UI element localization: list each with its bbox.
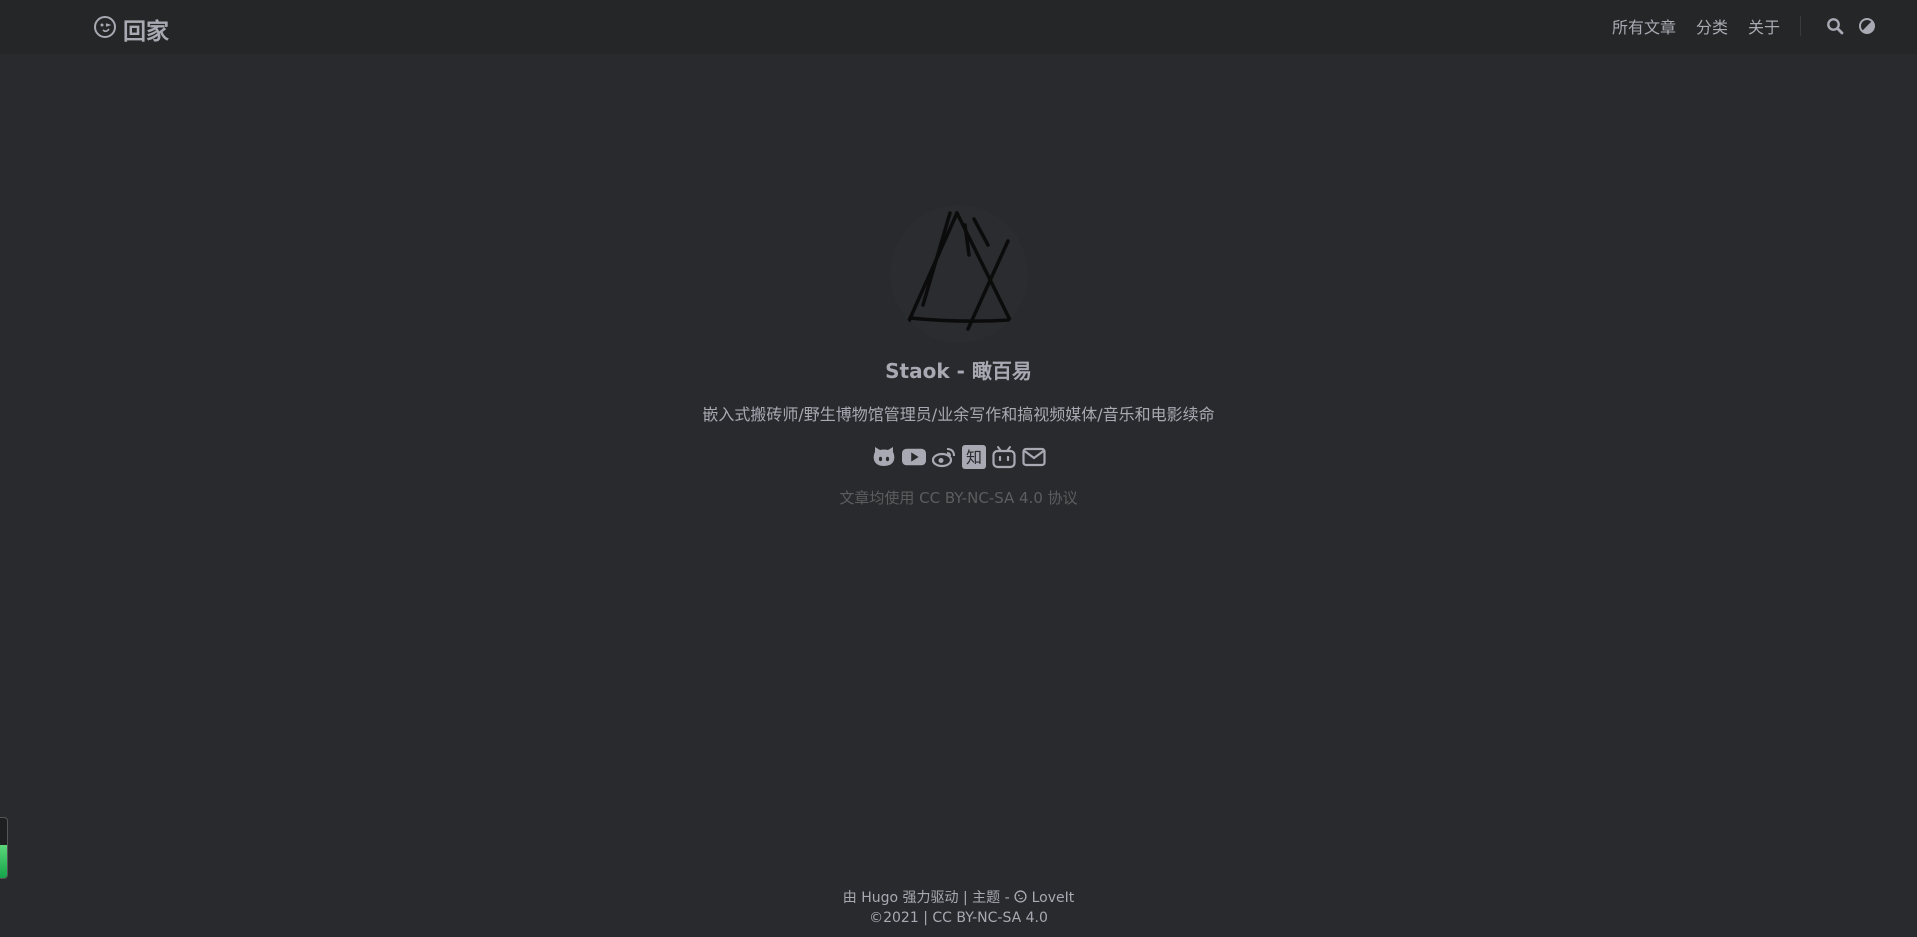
reading-progress-indicator	[0, 817, 8, 879]
search-icon[interactable]	[1825, 16, 1845, 36]
nav-categories[interactable]: 分类	[1696, 14, 1728, 38]
license-note: 文章均使用 CC BY-NC-SA 4.0 协议	[839, 489, 1078, 507]
avatar	[889, 205, 1028, 343]
brand-text: 回家	[123, 19, 169, 45]
weibo-icon[interactable]	[931, 445, 956, 469]
nav-all-posts[interactable]: 所有文章	[1612, 14, 1676, 38]
footer-powered-line: 由 Hugo 强力驱动 | 主题 - LoveIt	[0, 888, 1917, 908]
footer-hugo-link[interactable]: Hugo	[861, 890, 898, 906]
nav-divider	[1800, 16, 1801, 36]
home-brand-link[interactable]: 回家	[93, 12, 169, 46]
footer-theme-text: 强力驱动 | 主题 -	[902, 890, 1010, 906]
github-icon[interactable]	[872, 445, 896, 469]
email-icon[interactable]	[1021, 445, 1046, 469]
svg-text:知: 知	[965, 448, 981, 467]
ghost-face-icon	[93, 15, 117, 43]
profile-subtitle: 嵌入式搬砖师/野生博物馆管理员/业余写作和搞视频媒体/音乐和电影续命	[702, 405, 1215, 424]
theme-toggle-icon[interactable]	[1857, 16, 1877, 36]
copyright-icon: ©	[869, 910, 884, 926]
site-header: 回家 所有文章 分类 关于	[0, 0, 1917, 54]
bilibili-icon[interactable]	[991, 445, 1016, 469]
main-nav: 所有文章 分类 关于	[1592, 14, 1877, 38]
nav-about[interactable]: 关于	[1748, 14, 1780, 38]
youtube-icon[interactable]	[901, 445, 926, 469]
footer-copyright-line: ©2021 | CC BY-NC-SA 4.0	[0, 908, 1917, 928]
zhihu-icon[interactable]: 知	[961, 445, 986, 469]
footer-powered-prefix: 由	[842, 890, 857, 906]
site-footer: 由 Hugo 强力驱动 | 主题 - LoveIt ©2021 | CC BY-…	[0, 888, 1917, 928]
footer-loveit-link[interactable]: LoveIt	[1032, 890, 1075, 906]
footer-copyright-text: 2021 | CC BY-NC-SA 4.0	[883, 910, 1048, 926]
footer-theme-icon	[1014, 890, 1031, 906]
reading-progress-fill	[0, 845, 7, 878]
profile-title: Staok - 瞰百易	[885, 359, 1032, 383]
social-links: 知	[0, 445, 1917, 469]
home-profile: Staok - 瞰百易 嵌入式搬砖师/野生博物馆管理员/业余写作和搞视频媒体/音…	[0, 205, 1917, 508]
